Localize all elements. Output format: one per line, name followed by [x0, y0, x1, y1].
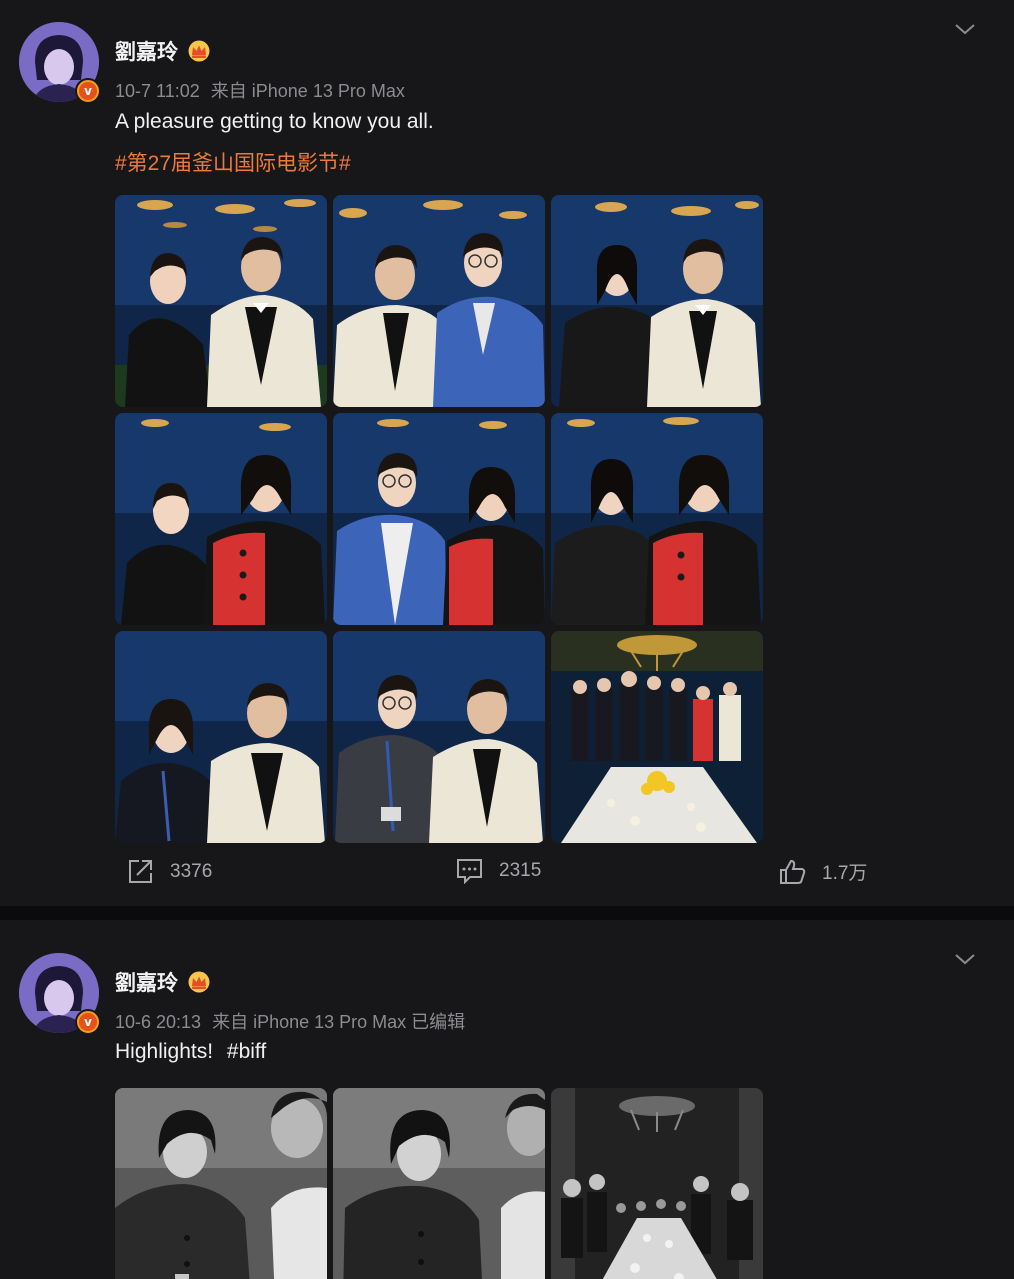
post-text: A pleasure getting to know you all.: [115, 110, 434, 133]
photo-thumbnail[interactable]: [115, 413, 327, 625]
post-timestamp[interactable]: 10-7 11:02: [115, 81, 200, 101]
username[interactable]: 劉嘉玲: [115, 36, 178, 66]
photo-thumbnail[interactable]: [333, 195, 545, 407]
verified-badge-icon: v: [75, 78, 101, 104]
comment-count: 2315: [499, 860, 542, 881]
photo-thumbnail[interactable]: [333, 631, 545, 843]
post-source: 来自 iPhone 13 Pro Max: [210, 81, 405, 101]
post-timestamp[interactable]: 10-6 20:13: [115, 1012, 201, 1032]
photo-thumbnail[interactable]: [333, 413, 545, 625]
like-button[interactable]: 1.7万: [779, 858, 867, 885]
photo-thumbnail[interactable]: [115, 1088, 327, 1279]
photo-thumbnail[interactable]: [115, 195, 327, 407]
chevron-down-icon[interactable]: [954, 22, 976, 36]
chevron-down-icon[interactable]: [954, 952, 976, 966]
post-text: Highlights!: [115, 1040, 214, 1063]
like-icon: [780, 859, 806, 884]
crown-icon: [188, 40, 210, 62]
photo-thumbnail[interactable]: [551, 1088, 763, 1279]
comment-icon: [457, 859, 482, 884]
photo-thumbnail[interactable]: [551, 631, 763, 843]
photo-thumbnail[interactable]: [115, 631, 327, 843]
repost-button[interactable]: 3376: [127, 858, 212, 885]
hashtag-link[interactable]: #第27届釜山国际电影节#: [115, 147, 351, 177]
post-card: v 劉嘉玲 10-6 20:13 来自 iPhone 13 Pro Max 已编…: [0, 920, 1014, 1279]
username[interactable]: 劉嘉玲: [115, 967, 178, 997]
like-count: 1.7万: [822, 863, 868, 884]
photo-grid: [115, 1088, 763, 1279]
repost-count: 3376: [170, 860, 213, 882]
photo-thumbnail[interactable]: [551, 413, 763, 625]
photo-grid: [115, 195, 763, 843]
crown-icon: [188, 971, 210, 993]
post-source: 来自 iPhone 13 Pro Max 已编辑: [212, 1012, 466, 1032]
post-card: v 劉嘉玲 10-7 11:02 来自 iPhone 13 Pro Max A …: [0, 0, 1014, 906]
verified-badge-icon: v: [75, 1009, 101, 1035]
photo-thumbnail[interactable]: [551, 195, 763, 407]
avatar[interactable]: v: [19, 22, 101, 104]
comment-button[interactable]: 2315: [456, 858, 541, 884]
repost-icon: [129, 860, 152, 883]
post-divider: [0, 906, 1014, 920]
photo-thumbnail[interactable]: [333, 1088, 545, 1279]
avatar[interactable]: v: [19, 953, 101, 1035]
weibo-feed: v 劉嘉玲 10-7 11:02 来自 iPhone 13 Pro Max A …: [0, 0, 1014, 1279]
hashtag-link[interactable]: #biff: [227, 1040, 266, 1063]
